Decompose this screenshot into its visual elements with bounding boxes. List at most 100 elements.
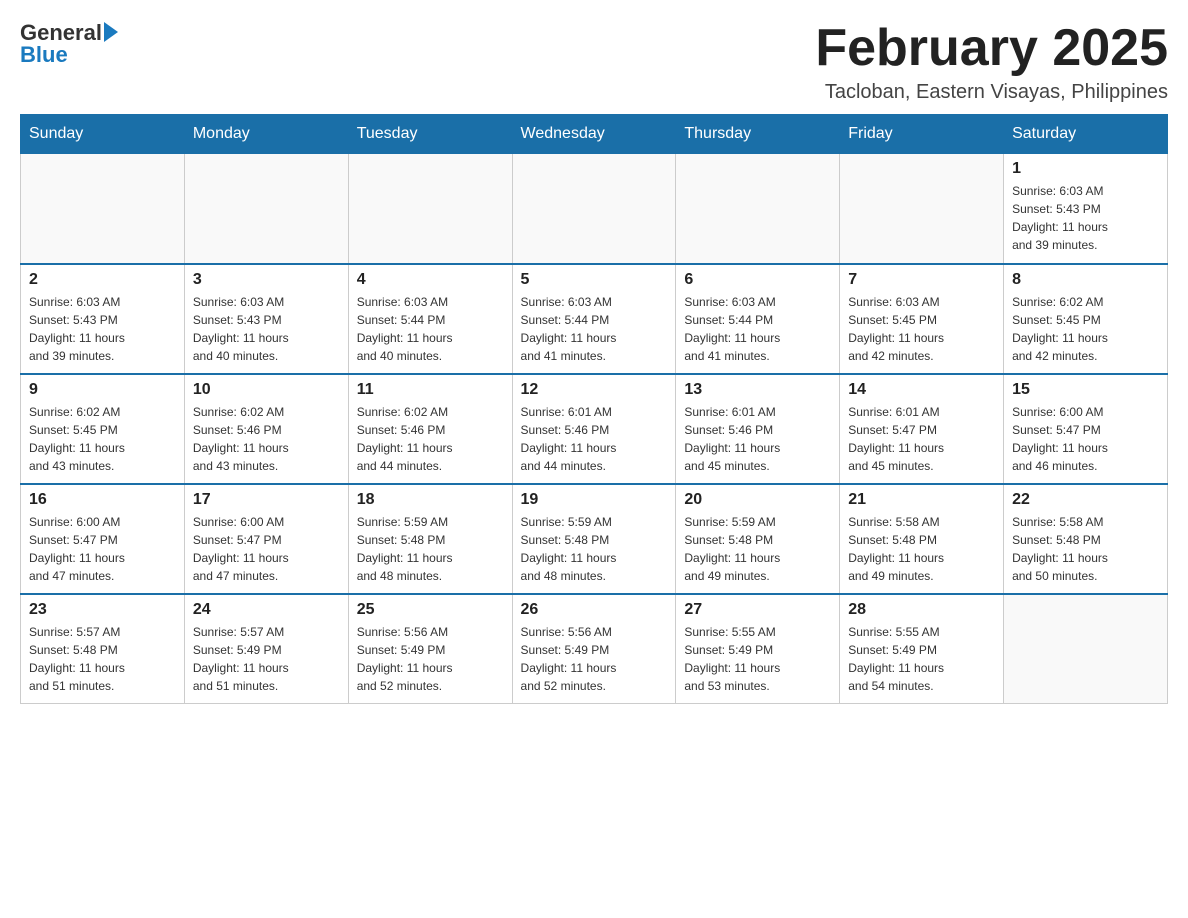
calendar-title: February 2025 (815, 20, 1168, 77)
day-number: 8 (1012, 271, 1159, 289)
calendar-cell: 1 Sunrise: 6:03 AMSunset: 5:43 PMDaylight… (1004, 154, 1168, 264)
day-info: Sunrise: 6:03 AMSunset: 5:44 PMDaylight:… (357, 293, 504, 365)
calendar-cell: 9 Sunrise: 6:02 AMSunset: 5:45 PMDaylight… (21, 374, 185, 484)
calendar-cell: 18 Sunrise: 5:59 AMSunset: 5:48 PMDayligh… (348, 484, 512, 594)
day-number: 13 (684, 381, 831, 399)
calendar-cell (21, 154, 185, 264)
day-number: 15 (1012, 381, 1159, 399)
calendar-cell (1004, 594, 1168, 704)
logo-arrow-icon (104, 22, 118, 42)
day-header-thursday: Thursday (676, 115, 840, 154)
day-info: Sunrise: 6:02 AMSunset: 5:46 PMDaylight:… (357, 403, 504, 475)
calendar-cell (184, 154, 348, 264)
calendar-week-row: 23 Sunrise: 5:57 AMSunset: 5:48 PMDayligh… (21, 594, 1168, 704)
day-number: 10 (193, 381, 340, 399)
day-number: 17 (193, 491, 340, 509)
day-info: Sunrise: 6:03 AMSunset: 5:44 PMDaylight:… (684, 293, 831, 365)
day-info: Sunrise: 5:57 AMSunset: 5:49 PMDaylight:… (193, 623, 340, 695)
day-info: Sunrise: 5:58 AMSunset: 5:48 PMDaylight:… (848, 513, 995, 585)
day-number: 6 (684, 271, 831, 289)
calendar-cell: 25 Sunrise: 5:56 AMSunset: 5:49 PMDayligh… (348, 594, 512, 704)
calendar-cell: 14 Sunrise: 6:01 AMSunset: 5:47 PMDayligh… (840, 374, 1004, 484)
day-info: Sunrise: 5:59 AMSunset: 5:48 PMDaylight:… (684, 513, 831, 585)
day-number: 20 (684, 491, 831, 509)
calendar-week-row: 1 Sunrise: 6:03 AMSunset: 5:43 PMDaylight… (21, 154, 1168, 264)
calendar-cell: 16 Sunrise: 6:00 AMSunset: 5:47 PMDayligh… (21, 484, 185, 594)
day-info: Sunrise: 6:00 AMSunset: 5:47 PMDaylight:… (193, 513, 340, 585)
calendar-subtitle: Tacloban, Eastern Visayas, Philippines (815, 81, 1168, 104)
day-info: Sunrise: 5:55 AMSunset: 5:49 PMDaylight:… (848, 623, 995, 695)
day-number: 9 (29, 381, 176, 399)
day-header-tuesday: Tuesday (348, 115, 512, 154)
calendar-header-row: SundayMondayTuesdayWednesdayThursdayFrid… (21, 115, 1168, 154)
calendar-cell: 17 Sunrise: 6:00 AMSunset: 5:47 PMDayligh… (184, 484, 348, 594)
logo-blue: Blue (20, 42, 118, 68)
calendar-cell: 24 Sunrise: 5:57 AMSunset: 5:49 PMDayligh… (184, 594, 348, 704)
calendar-cell: 15 Sunrise: 6:00 AMSunset: 5:47 PMDayligh… (1004, 374, 1168, 484)
day-number: 28 (848, 601, 995, 619)
calendar-cell: 8 Sunrise: 6:02 AMSunset: 5:45 PMDaylight… (1004, 264, 1168, 374)
day-header-friday: Friday (840, 115, 1004, 154)
day-number: 24 (193, 601, 340, 619)
day-info: Sunrise: 6:01 AMSunset: 5:47 PMDaylight:… (848, 403, 995, 475)
day-number: 16 (29, 491, 176, 509)
calendar-cell: 10 Sunrise: 6:02 AMSunset: 5:46 PMDayligh… (184, 374, 348, 484)
day-number: 3 (193, 271, 340, 289)
page-header: General Blue February 2025 Tacloban, Eas… (20, 20, 1168, 104)
calendar-cell: 7 Sunrise: 6:03 AMSunset: 5:45 PMDaylight… (840, 264, 1004, 374)
day-header-sunday: Sunday (21, 115, 185, 154)
day-info: Sunrise: 6:01 AMSunset: 5:46 PMDaylight:… (521, 403, 668, 475)
day-info: Sunrise: 5:59 AMSunset: 5:48 PMDaylight:… (521, 513, 668, 585)
day-number: 22 (1012, 491, 1159, 509)
day-number: 2 (29, 271, 176, 289)
calendar-week-row: 16 Sunrise: 6:00 AMSunset: 5:47 PMDayligh… (21, 484, 1168, 594)
day-info: Sunrise: 6:03 AMSunset: 5:44 PMDaylight:… (521, 293, 668, 365)
day-number: 1 (1012, 160, 1159, 178)
day-info: Sunrise: 5:57 AMSunset: 5:48 PMDaylight:… (29, 623, 176, 695)
day-header-monday: Monday (184, 115, 348, 154)
calendar-cell (512, 154, 676, 264)
calendar-cell: 23 Sunrise: 5:57 AMSunset: 5:48 PMDayligh… (21, 594, 185, 704)
logo: General Blue (20, 20, 118, 68)
day-info: Sunrise: 6:01 AMSunset: 5:46 PMDaylight:… (684, 403, 831, 475)
calendar-cell (676, 154, 840, 264)
calendar-cell: 4 Sunrise: 6:03 AMSunset: 5:44 PMDaylight… (348, 264, 512, 374)
day-number: 21 (848, 491, 995, 509)
day-number: 7 (848, 271, 995, 289)
day-info: Sunrise: 5:56 AMSunset: 5:49 PMDaylight:… (521, 623, 668, 695)
day-info: Sunrise: 6:03 AMSunset: 5:43 PMDaylight:… (1012, 182, 1159, 254)
calendar-cell: 20 Sunrise: 5:59 AMSunset: 5:48 PMDayligh… (676, 484, 840, 594)
day-number: 27 (684, 601, 831, 619)
calendar-cell (348, 154, 512, 264)
day-number: 23 (29, 601, 176, 619)
calendar-cell: 5Sunrise: 6:03 AMSunset: 5:44 PMDaylight… (512, 264, 676, 374)
day-info: Sunrise: 6:00 AMSunset: 5:47 PMDaylight:… (29, 513, 176, 585)
day-info: Sunrise: 6:00 AMSunset: 5:47 PMDaylight:… (1012, 403, 1159, 475)
calendar-cell: 6 Sunrise: 6:03 AMSunset: 5:44 PMDaylight… (676, 264, 840, 374)
day-info: Sunrise: 6:03 AMSunset: 5:45 PMDaylight:… (848, 293, 995, 365)
day-info: Sunrise: 5:56 AMSunset: 5:49 PMDaylight:… (357, 623, 504, 695)
calendar-week-row: 2 Sunrise: 6:03 AMSunset: 5:43 PMDaylight… (21, 264, 1168, 374)
day-info: Sunrise: 6:02 AMSunset: 5:45 PMDaylight:… (29, 403, 176, 475)
title-area: February 2025 Tacloban, Eastern Visayas,… (815, 20, 1168, 104)
day-number: 18 (357, 491, 504, 509)
day-number: 11 (357, 381, 504, 399)
day-header-saturday: Saturday (1004, 115, 1168, 154)
day-info: Sunrise: 6:02 AMSunset: 5:45 PMDaylight:… (1012, 293, 1159, 365)
day-info: Sunrise: 6:02 AMSunset: 5:46 PMDaylight:… (193, 403, 340, 475)
day-info: Sunrise: 6:03 AMSunset: 5:43 PMDaylight:… (193, 293, 340, 365)
calendar-cell: 28 Sunrise: 5:55 AMSunset: 5:49 PMDayligh… (840, 594, 1004, 704)
day-header-wednesday: Wednesday (512, 115, 676, 154)
calendar-cell: 19 Sunrise: 5:59 AMSunset: 5:48 PMDayligh… (512, 484, 676, 594)
calendar-cell: 26Sunrise: 5:56 AMSunset: 5:49 PMDayligh… (512, 594, 676, 704)
day-number: 4 (357, 271, 504, 289)
day-number: 14 (848, 381, 995, 399)
day-number: 25 (357, 601, 504, 619)
day-info: Sunrise: 5:55 AMSunset: 5:49 PMDaylight:… (684, 623, 831, 695)
day-info: Sunrise: 5:58 AMSunset: 5:48 PMDaylight:… (1012, 513, 1159, 585)
calendar-cell (840, 154, 1004, 264)
calendar-cell: 3 Sunrise: 6:03 AMSunset: 5:43 PMDaylight… (184, 264, 348, 374)
calendar-cell: 11 Sunrise: 6:02 AMSunset: 5:46 PMDayligh… (348, 374, 512, 484)
day-number: 19 (521, 491, 668, 509)
day-info: Sunrise: 5:59 AMSunset: 5:48 PMDaylight:… (357, 513, 504, 585)
